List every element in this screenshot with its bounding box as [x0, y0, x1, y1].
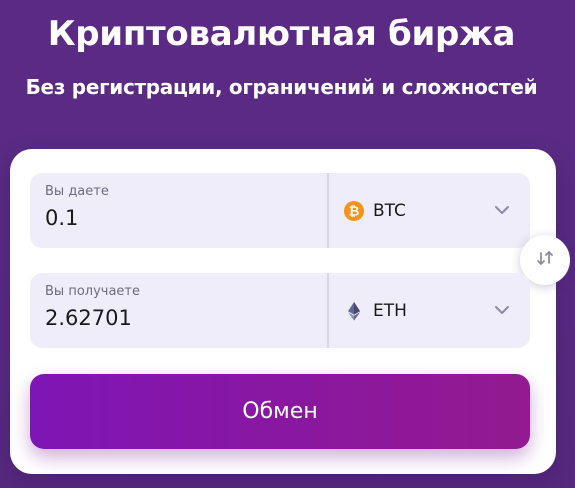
get-field-divider [327, 273, 329, 348]
bitcoin-icon: ₿ [344, 201, 364, 221]
page-title: Криптовалютная биржа [47, 14, 516, 54]
get-field: Вы получаете 2.62701 ETH [30, 273, 530, 348]
swap-arrows-icon [534, 247, 556, 273]
give-field-divider [327, 173, 329, 248]
get-label: Вы получаете [45, 284, 140, 299]
get-currency-select[interactable]: ETH [344, 300, 407, 322]
chevron-down-icon[interactable] [492, 300, 512, 320]
ethereum-icon [344, 301, 364, 321]
exchange-card: Вы даете 0.1 ₿ BTC Вы получаете 2.62701 … [10, 149, 570, 474]
give-currency-code: BTC [373, 201, 406, 221]
give-field: Вы даете 0.1 ₿ BTC [30, 173, 530, 248]
get-currency-code: ETH [373, 301, 407, 321]
page-subtitle: Без регистрации, ограничений и сложносте… [25, 75, 538, 99]
give-label: Вы даете [45, 184, 109, 199]
get-amount-output[interactable]: 2.62701 [45, 306, 132, 330]
svg-text:₿: ₿ [349, 205, 360, 220]
give-amount-input[interactable]: 0.1 [45, 206, 78, 230]
chevron-down-icon[interactable] [492, 200, 512, 220]
exchange-button[interactable]: Обмен [30, 374, 530, 449]
give-currency-select[interactable]: ₿ BTC [344, 200, 406, 222]
